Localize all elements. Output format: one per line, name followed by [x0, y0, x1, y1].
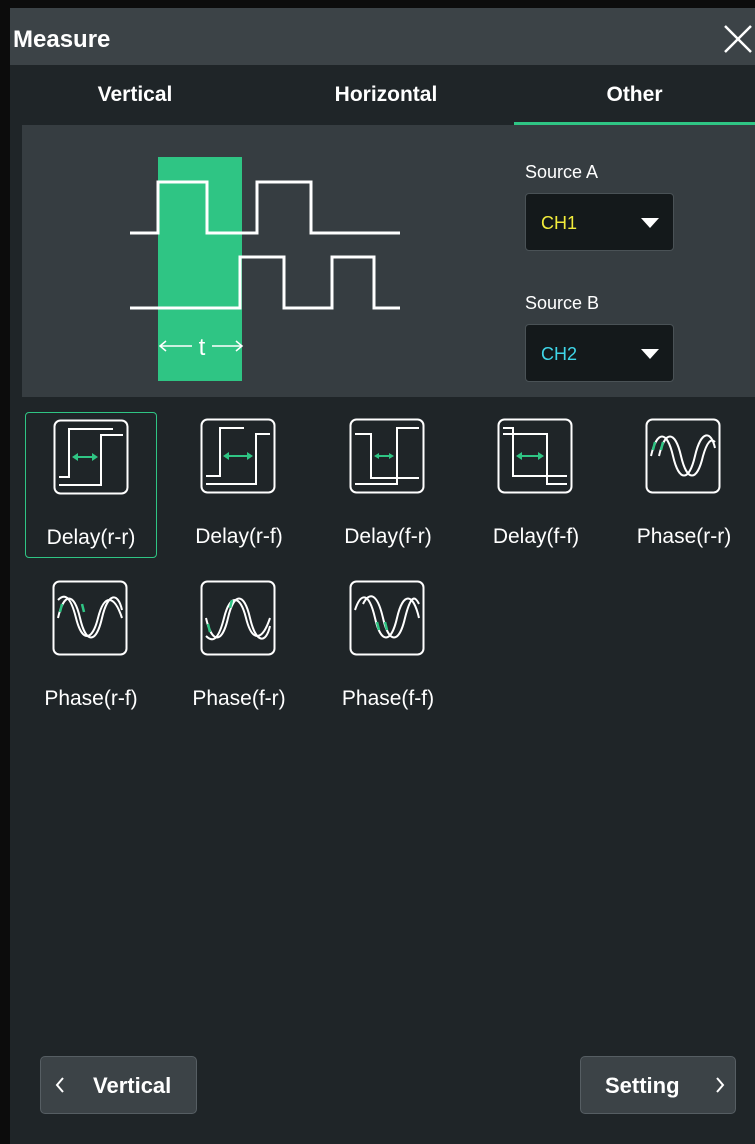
- tab-label: Horizontal: [334, 83, 438, 106]
- source-a-label: Source A: [525, 162, 599, 182]
- source-b-label: Source B: [525, 293, 600, 313]
- next-page-button[interactable]: Setting: [580, 1056, 736, 1114]
- measure-label: Phase(f-f): [341, 687, 435, 710]
- delay-fall-fall-icon: [497, 418, 573, 494]
- tab-horizontal[interactable]: Horizontal: [260, 65, 512, 125]
- chevron-down-icon: [641, 218, 659, 228]
- dialog-title: Measure: [13, 26, 111, 53]
- measure-label: Delay(r-r): [46, 526, 136, 549]
- tab-label: Vertical: [97, 83, 173, 106]
- delay-rise-fall-icon: [200, 418, 276, 494]
- chevron-right-icon: [716, 1077, 725, 1093]
- measure-phase-rise-fall[interactable]: Phase(r-f): [25, 574, 157, 720]
- phase-fall-fall-icon: [349, 580, 425, 656]
- tab-vertical[interactable]: Vertical: [10, 65, 260, 125]
- measure-label: Phase(r-r): [636, 525, 732, 548]
- measure-phase-rise-rise[interactable]: Phase(r-r): [618, 412, 750, 558]
- phase-fall-rise-icon: [200, 580, 276, 656]
- phase-rise-rise-icon: [645, 418, 721, 494]
- delay-diagram-panel: t Source A CH1 Source B CH2: [22, 125, 755, 397]
- delay-timing-diagram: t: [130, 157, 400, 381]
- prev-page-label: Vertical: [93, 1073, 172, 1098]
- measure-phase-fall-rise[interactable]: Phase(f-r): [173, 574, 305, 720]
- source-a-value: CH1: [541, 213, 578, 233]
- time-label: t: [199, 334, 206, 361]
- measure-delay-fall-rise[interactable]: Delay(f-r): [322, 412, 454, 558]
- close-icon: [724, 25, 752, 53]
- delay-fall-rise-icon: [349, 418, 425, 494]
- measure-delay-rise-rise[interactable]: Delay(r-r): [25, 412, 157, 558]
- delay-rise-rise-icon: [53, 419, 129, 495]
- measure-label: Delay(f-f): [492, 525, 580, 548]
- source-a-select[interactable]: CH1: [525, 193, 674, 251]
- chevron-left-icon: [55, 1077, 64, 1093]
- measure-phase-fall-fall[interactable]: Phase(f-f): [322, 574, 454, 720]
- measure-delay-rise-fall[interactable]: Delay(r-f): [173, 412, 305, 558]
- prev-page-button[interactable]: Vertical: [40, 1056, 197, 1114]
- next-page-label: Setting: [605, 1073, 680, 1098]
- tab-other[interactable]: Other: [514, 65, 755, 125]
- source-b-value: CH2: [541, 344, 578, 364]
- measure-label: Delay(r-f): [195, 525, 283, 548]
- measure-label: Phase(f-r): [192, 687, 286, 710]
- measure-label: Delay(f-r): [344, 525, 432, 548]
- measure-dialog: Measure Vertical Horizontal Other t Sour…: [10, 8, 755, 1144]
- close-button[interactable]: [715, 20, 755, 60]
- measure-delay-fall-fall[interactable]: Delay(f-f): [470, 412, 602, 558]
- measure-label: Phase(r-f): [44, 687, 138, 710]
- tab-bar: Vertical Horizontal Other: [10, 65, 755, 125]
- title-bar: Measure: [10, 8, 755, 65]
- chevron-down-icon: [641, 349, 659, 359]
- phase-rise-fall-icon: [52, 580, 128, 656]
- tab-label: Other: [606, 83, 663, 106]
- source-b-select[interactable]: CH2: [525, 324, 674, 382]
